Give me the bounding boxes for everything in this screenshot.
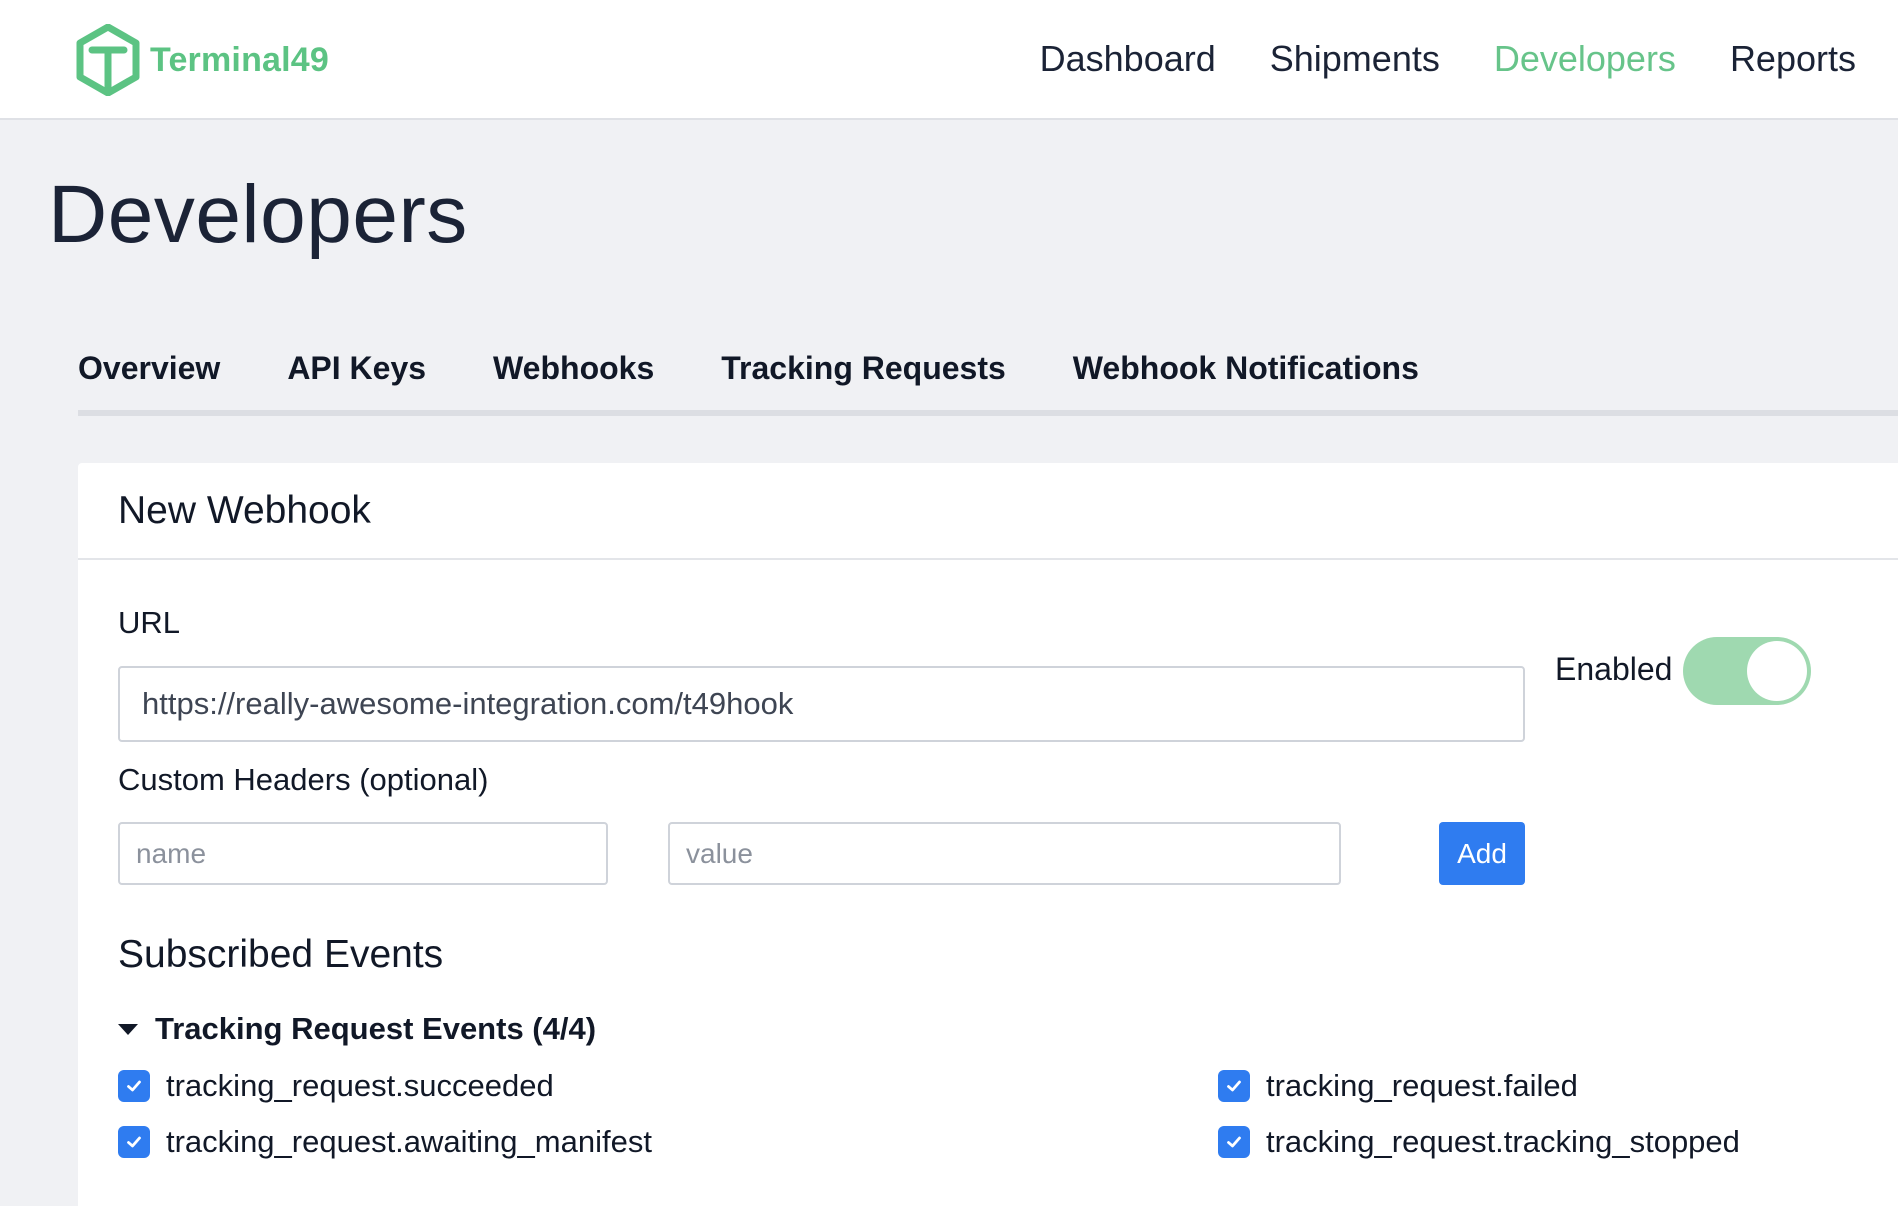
tab-tracking-requests[interactable]: Tracking Requests [721, 340, 1006, 410]
event-label: tracking_request.failed [1266, 1068, 1578, 1103]
toggle-knob [1747, 641, 1807, 701]
url-input[interactable] [118, 666, 1525, 742]
checkbox-checked-icon[interactable] [118, 1070, 150, 1102]
card-title: New Webhook [118, 489, 371, 532]
subscribed-events-title: Subscribed Events [118, 933, 444, 976]
url-label: URL [118, 605, 181, 640]
caret-down-icon [118, 1023, 138, 1035]
new-webhook-card: New Webhook URL Enabled Custom Headers (… [78, 463, 1898, 1206]
nav-reports[interactable]: Reports [1730, 38, 1856, 80]
checkbox-checked-icon[interactable] [118, 1126, 150, 1158]
enabled-toggle[interactable] [1683, 637, 1811, 705]
tracking-request-events-toggle[interactable]: Tracking Request Events (4/4) [118, 1011, 596, 1047]
event-group-label: Tracking Request Events (4/4) [155, 1011, 597, 1046]
event-tracking-request-tracking-stopped[interactable]: tracking_request.tracking_stopped [1218, 1124, 1740, 1160]
event-label: tracking_request.tracking_stopped [1266, 1124, 1740, 1159]
nav-dashboard[interactable]: Dashboard [1040, 38, 1216, 80]
terminal49-logo-icon [76, 24, 140, 96]
page-title: Developers [48, 169, 468, 260]
nav-developers[interactable]: Developers [1494, 38, 1676, 80]
checkbox-checked-icon[interactable] [1218, 1070, 1250, 1102]
header-value-input[interactable] [668, 822, 1341, 885]
event-label: tracking_request.awaiting_manifest [166, 1124, 652, 1159]
event-label: tracking_request.succeeded [166, 1068, 554, 1103]
tab-overview[interactable]: Overview [78, 340, 220, 410]
event-tracking-request-succeeded[interactable]: tracking_request.succeeded [118, 1068, 554, 1104]
event-tracking-request-awaiting-manifest[interactable]: tracking_request.awaiting_manifest [118, 1124, 652, 1160]
top-navigation-bar: Terminal49 Dashboard Shipments Developer… [0, 0, 1898, 120]
header-name-input[interactable] [118, 822, 608, 885]
brand-logo[interactable]: Terminal49 [76, 24, 329, 96]
tab-webhooks[interactable]: Webhooks [493, 340, 654, 410]
checkbox-checked-icon[interactable] [1218, 1126, 1250, 1158]
event-tracking-request-failed[interactable]: tracking_request.failed [1218, 1068, 1578, 1104]
developer-tabs: Overview API Keys Webhooks Tracking Requ… [78, 340, 1898, 416]
tab-webhook-notifications[interactable]: Webhook Notifications [1073, 340, 1419, 410]
card-header: New Webhook [78, 463, 1898, 560]
enabled-label: Enabled [1555, 651, 1673, 687]
custom-headers-label: Custom Headers (optional) [118, 762, 489, 797]
main-nav: Dashboard Shipments Developers Reports [1040, 0, 1898, 118]
tab-api-keys[interactable]: API Keys [287, 340, 426, 410]
add-header-button[interactable]: Add [1439, 822, 1525, 885]
nav-shipments[interactable]: Shipments [1270, 38, 1440, 80]
brand-name: Terminal49 [150, 40, 330, 79]
